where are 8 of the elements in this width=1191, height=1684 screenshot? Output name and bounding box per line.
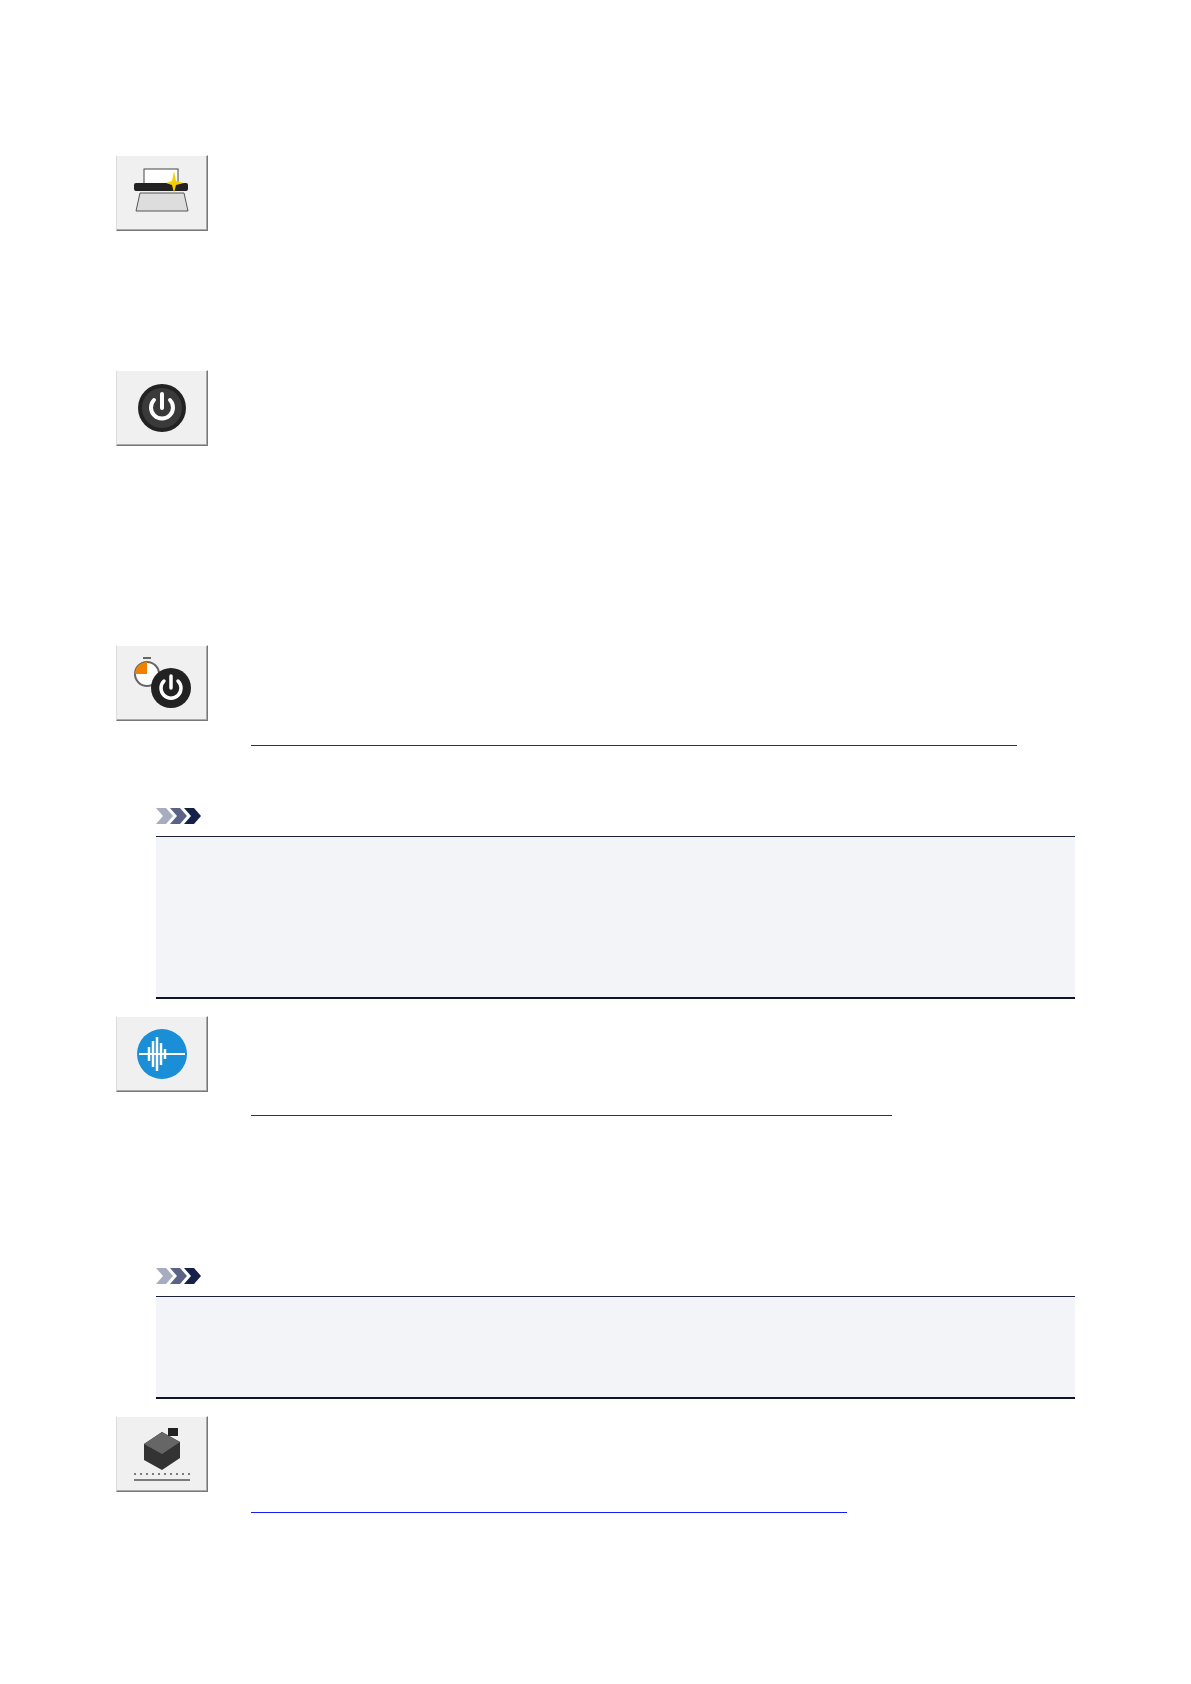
note-chevron-icon — [156, 806, 204, 826]
tool-button[interactable] — [116, 155, 208, 231]
tool-button[interactable] — [116, 370, 208, 446]
tool-button[interactable] — [116, 1416, 208, 1492]
power-icon — [136, 382, 188, 434]
note-chevron-icon — [156, 1266, 204, 1286]
tool-button[interactable] — [116, 645, 208, 721]
sound-wave-icon — [135, 1027, 189, 1081]
